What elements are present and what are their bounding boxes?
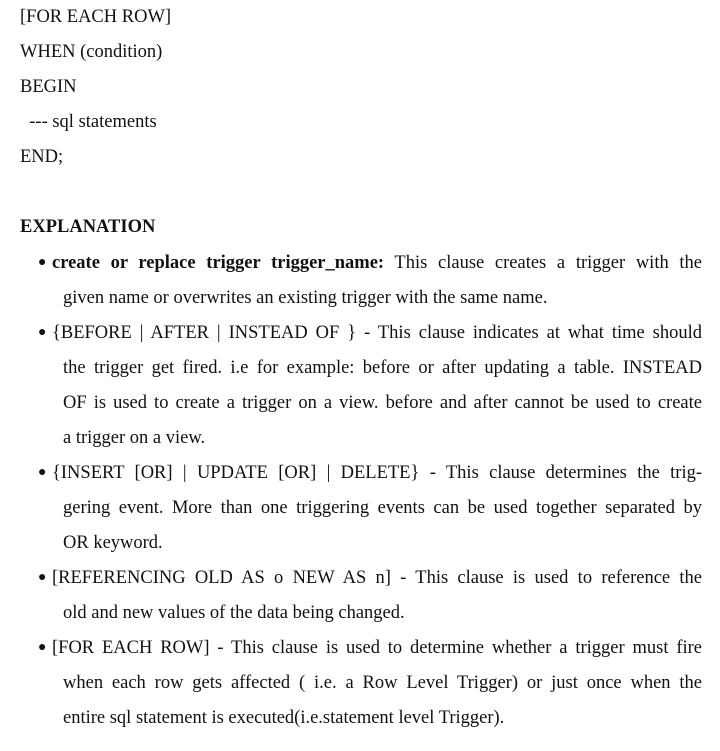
bullet-icon: ●	[38, 255, 47, 270]
explanation-heading: EXPLANATION	[20, 217, 156, 237]
item-line: gering event. More than one triggering e…	[63, 498, 702, 518]
item-line: given name or overwrites an existing tri…	[63, 288, 548, 308]
bullet-icon: ●	[38, 465, 47, 480]
item-text: This clause creates a trigger with the	[384, 253, 702, 273]
item-line: [REFERENCING OLD AS o NEW AS n] - This c…	[52, 568, 702, 588]
item-line: when each row gets affected ( i.e. a Row…	[63, 673, 702, 693]
item-line: a trigger on a view.	[63, 428, 206, 448]
item-line: {INSERT [OR] | UPDATE [OR] | DELETE} - T…	[52, 463, 702, 483]
item-line: [FOR EACH ROW] - This clause is used to …	[52, 638, 702, 658]
item-bold-lead: create or replace trigger trigger_name:	[52, 253, 385, 273]
item-line: the trigger get fired. i.e for example: …	[63, 358, 702, 378]
bullet-icon: ●	[38, 640, 47, 655]
item-line: {BEFORE | AFTER | INSTEAD OF } - This cl…	[52, 323, 702, 343]
bullet-icon: ●	[38, 570, 47, 585]
code-line-begin: BEGIN	[20, 77, 77, 97]
bullet-icon: ●	[38, 325, 47, 340]
code-line-when: WHEN (condition)	[20, 42, 163, 62]
code-line-end: END;	[20, 147, 64, 167]
code-line-sql-statements: --- sql statements	[20, 112, 157, 132]
item-line: OR keyword.	[63, 533, 163, 553]
item-line: OF is used to create a trigger on a view…	[63, 393, 702, 413]
item-line: create or replace trigger trigger_name: …	[52, 252, 702, 274]
item-line: old and new values of the data being cha…	[63, 603, 405, 623]
code-line-for-each-row: [FOR EACH ROW]	[20, 7, 172, 27]
item-line: entire sql statement is executed(i.e.sta…	[63, 708, 505, 728]
